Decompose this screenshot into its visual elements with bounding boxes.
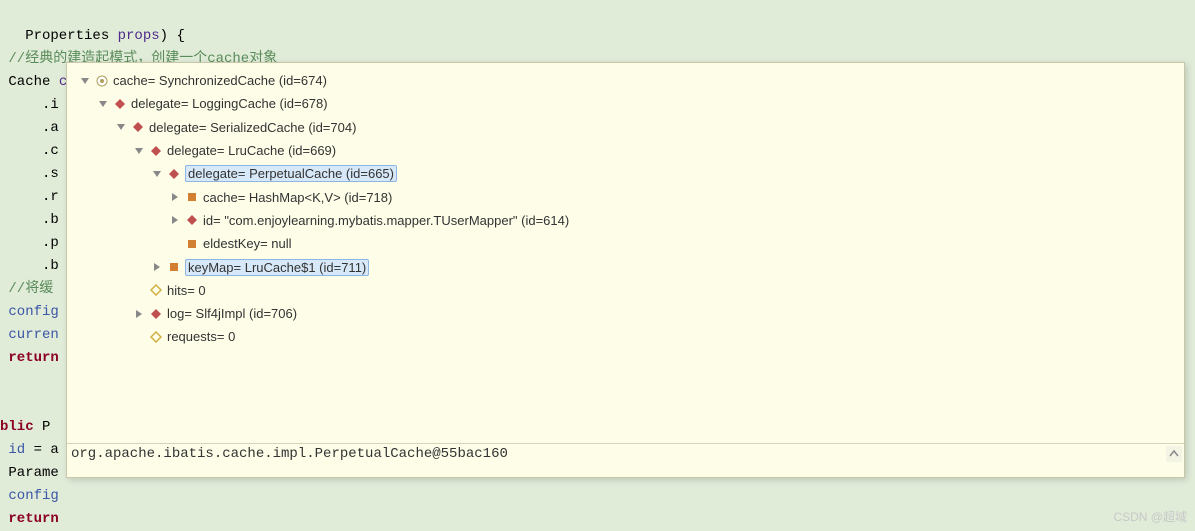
tree-label: cache= HashMap<K,V> (id=718) — [203, 190, 392, 205]
tree-label: log= Slf4jImpl (id=706) — [167, 306, 297, 321]
code-line: config — [0, 304, 59, 320]
tree-label: delegate= SerializedCache (id=704) — [149, 120, 356, 135]
tree-row-keymap[interactable]: keyMap= LruCache$1 (id=711) — [75, 255, 1184, 278]
tree-row-hits[interactable]: hits= 0 — [75, 279, 1184, 302]
expand-toggle-icon[interactable] — [151, 168, 163, 180]
code-line: .p — [0, 235, 59, 251]
code-line: return — [0, 511, 59, 527]
code-line: curren — [0, 327, 59, 343]
code-line: Properties props) { — [0, 28, 185, 44]
expand-toggle-icon[interactable] — [115, 121, 127, 133]
watermark-text: CSDN @超域 — [1113, 508, 1187, 525]
tree-row-log[interactable]: log= Slf4jImpl (id=706) — [75, 302, 1184, 325]
code-line: //将缓 — [0, 281, 53, 297]
debug-variable-popup: cache= SynchronizedCache (id=674) delega… — [66, 62, 1185, 478]
tree-label-selected: delegate= PerpetualCache (id=665) — [185, 165, 397, 182]
tree-label: hits= 0 — [167, 283, 206, 298]
code-line: config — [0, 488, 59, 504]
tree-label: delegate= LruCache (id=669) — [167, 143, 336, 158]
expand-toggle-icon[interactable] — [169, 214, 181, 226]
field-default-icon — [167, 167, 181, 181]
code-line: .b — [0, 258, 59, 274]
field-primitive-icon — [149, 283, 163, 297]
tree-row-delegate-serialized[interactable]: delegate= SerializedCache (id=704) — [75, 116, 1184, 139]
expand-toggle-icon[interactable] — [79, 75, 91, 87]
field-default-icon — [131, 120, 145, 134]
tree-row-cache[interactable]: cache= SynchronizedCache (id=674) — [75, 69, 1184, 92]
tree-label-selected: keyMap= LruCache$1 (id=711) — [185, 259, 369, 276]
tree-label: requests= 0 — [167, 329, 235, 344]
code-line: .a — [0, 120, 59, 136]
expand-toggle-icon[interactable] — [133, 145, 145, 157]
expand-toggle-icon[interactable] — [97, 98, 109, 110]
variable-tree[interactable]: cache= SynchronizedCache (id=674) delega… — [67, 63, 1184, 443]
tree-row-delegate-perpetual[interactable]: delegate= PerpetualCache (id=665) — [75, 162, 1184, 185]
code-line: .i — [0, 97, 59, 113]
field-private-icon — [185, 237, 199, 251]
field-private-icon — [185, 190, 199, 204]
expand-toggle-icon[interactable] — [169, 191, 181, 203]
tree-row-cache-hashmap[interactable]: cache= HashMap<K,V> (id=718) — [75, 185, 1184, 208]
code-line: .r — [0, 189, 59, 205]
field-private-icon — [167, 260, 181, 274]
field-default-icon — [185, 213, 199, 227]
variable-value-area[interactable]: org.apache.ibatis.cache.impl.PerpetualCa… — [67, 443, 1184, 477]
variable-local-icon — [95, 74, 109, 88]
field-default-icon — [149, 307, 163, 321]
code-line: .c — [0, 143, 59, 159]
code-line: .b — [0, 212, 59, 228]
code-line: return — [0, 350, 59, 366]
field-default-icon — [113, 97, 127, 111]
tree-label: cache= SynchronizedCache (id=674) — [113, 73, 327, 88]
field-primitive-icon — [149, 330, 163, 344]
tree-row-delegate-lru[interactable]: delegate= LruCache (id=669) — [75, 139, 1184, 162]
code-line: id = a — [0, 442, 59, 458]
expand-toggle-icon[interactable] — [151, 261, 163, 273]
expand-toggle-icon[interactable] — [133, 308, 145, 320]
code-line: blic P — [0, 419, 50, 435]
field-default-icon — [149, 144, 163, 158]
tree-row-eldestkey[interactable]: eldestKey= null — [75, 232, 1184, 255]
code-line: .s — [0, 166, 59, 182]
tree-label: eldestKey= null — [203, 236, 292, 251]
tree-label: delegate= LoggingCache (id=678) — [131, 96, 328, 111]
code-line: Parame — [0, 465, 59, 481]
scroll-up-icon[interactable] — [1166, 446, 1182, 462]
tree-label: id= "com.enjoylearning.mybatis.mapper.TU… — [203, 213, 569, 228]
variable-value-text: org.apache.ibatis.cache.impl.PerpetualCa… — [71, 446, 508, 462]
tree-row-id-string[interactable]: id= "com.enjoylearning.mybatis.mapper.TU… — [75, 209, 1184, 232]
tree-row-requests[interactable]: requests= 0 — [75, 325, 1184, 348]
tree-row-delegate-logging[interactable]: delegate= LoggingCache (id=678) — [75, 92, 1184, 115]
